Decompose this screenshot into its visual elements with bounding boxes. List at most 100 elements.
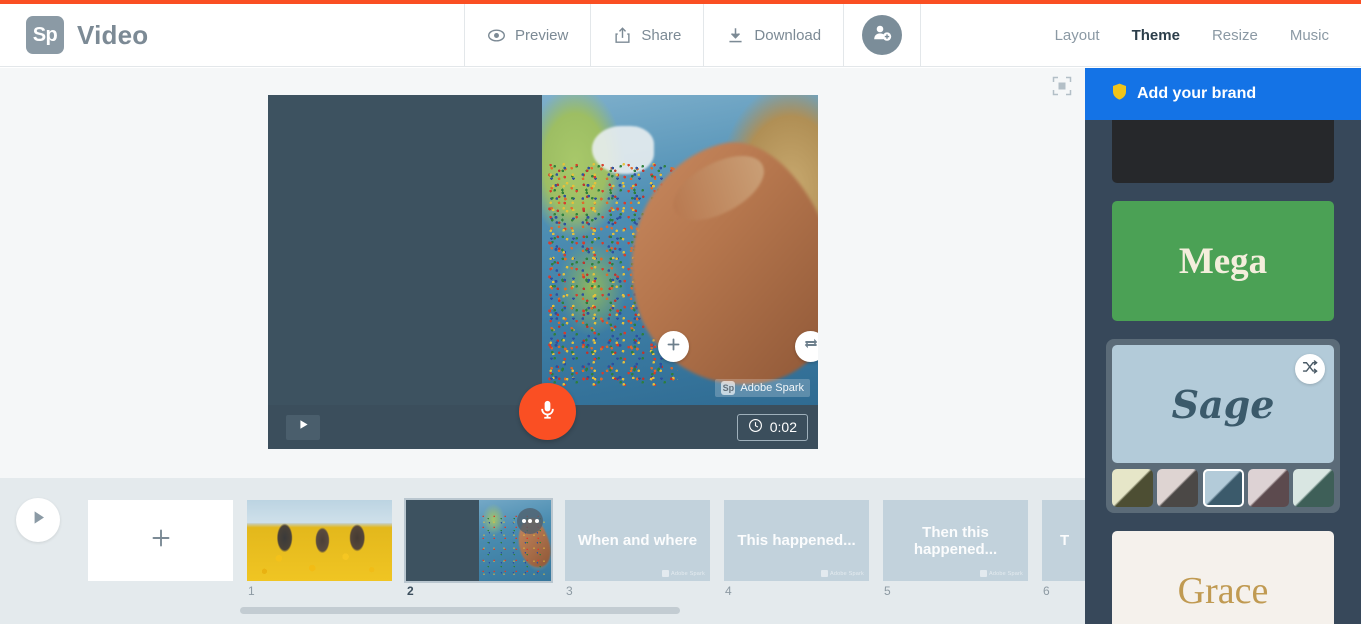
more-options-icon (528, 519, 532, 523)
download-button[interactable]: Download (703, 4, 843, 66)
watermark-text: Adobe Spark (740, 382, 804, 394)
slide-thumbnail[interactable] (247, 500, 392, 581)
slide-thumbnail[interactable]: Then this happened... Adobe Spark (883, 500, 1028, 581)
slide-thumbnail[interactable]: When and where Adobe Spark (565, 500, 710, 581)
brand-block: Sp Video (0, 4, 464, 66)
theme-preview: Grace (1112, 531, 1334, 624)
photo-figures (247, 521, 392, 564)
invite-collaborator-button[interactable] (843, 4, 922, 66)
header-nav: Layout Theme Resize Music (1055, 4, 1361, 66)
preview-button[interactable]: Preview (464, 4, 590, 66)
watermark-logo (980, 570, 987, 577)
microphone-icon (536, 398, 559, 426)
slide-thumbnail[interactable]: This happened... Adobe Spark (724, 500, 869, 581)
duration-value: 0:02 (769, 419, 797, 435)
eye-icon (487, 26, 506, 45)
slide-number: 1 (248, 584, 255, 598)
swap-layout-button[interactable] (795, 331, 818, 362)
fullscreen-button[interactable] (1049, 75, 1075, 101)
watermark-text: Adobe Spark (830, 570, 864, 577)
nav-music[interactable]: Music (1290, 27, 1329, 44)
video-left-pane (268, 95, 542, 405)
theme-swatches (1112, 469, 1334, 507)
shield-icon (1112, 83, 1127, 105)
duration-indicator[interactable]: 0:02 (736, 413, 808, 441)
share-upload-icon (613, 26, 632, 45)
add-slide-item (88, 500, 233, 581)
watermark-logo (662, 570, 669, 577)
slide-number: 4 (725, 584, 732, 598)
slide-number: 3 (566, 584, 573, 598)
play-icon (29, 508, 48, 532)
theme-preview: Mega (1112, 201, 1334, 321)
add-content-button[interactable] (658, 331, 689, 362)
slide-options-button[interactable] (517, 508, 543, 534)
theme-name: Grace (1177, 570, 1269, 612)
more-options-icon (534, 519, 539, 523)
video-preview-stage[interactable]: Sp Adobe Spark 0:02 (268, 95, 818, 449)
shuffle-icon (1302, 359, 1318, 380)
shuffle-theme-button[interactable] (1295, 354, 1325, 384)
nav-theme[interactable]: Theme (1132, 27, 1180, 44)
list-item[interactable]: When and where Adobe Spark 3 (565, 500, 710, 598)
theme-name: Mega (1178, 240, 1268, 282)
theme-card-grace[interactable]: Grace (1112, 531, 1334, 624)
watermark: Adobe Spark (980, 570, 1023, 577)
adobe-spark-video-editor: Sp Video Preview Share Download Layout T… (0, 0, 1361, 624)
swatch-option-selected[interactable] (1202, 469, 1244, 507)
slide-thumbnail[interactable] (404, 498, 553, 583)
share-button[interactable]: Share (590, 4, 703, 66)
slide-timeline: 1 2 When and where Adobe Spark 3 This ha… (0, 478, 1187, 624)
theme-name: Sage (1171, 381, 1275, 427)
avatar (862, 15, 903, 55)
plus-icon (666, 337, 681, 357)
swatch-option[interactable] (1157, 469, 1199, 507)
theme-preview: Sage (1112, 345, 1334, 463)
swatch-option[interactable] (1293, 469, 1334, 507)
add-person-icon (871, 22, 893, 49)
plus-icon (149, 526, 173, 555)
swap-arrows-icon (803, 336, 819, 357)
preview-label: Preview (515, 26, 569, 44)
download-icon (726, 26, 745, 45)
watermark: Adobe Spark (821, 570, 864, 577)
share-label: Share (641, 26, 682, 44)
app-header: Sp Video Preview Share Download Layout T… (0, 4, 1361, 67)
add-your-brand-banner[interactable]: Add your brand (1085, 68, 1361, 120)
list-item[interactable]: 2 (404, 498, 553, 598)
add-slide-button[interactable] (88, 500, 233, 581)
scrollbar-thumb[interactable] (240, 607, 680, 614)
list-item[interactable]: This happened... Adobe Spark 4 (724, 500, 869, 598)
play-icon (297, 418, 310, 436)
slide-number: 5 (884, 584, 891, 598)
slide-caption: This happened... (737, 532, 856, 549)
sunflower-photo (247, 500, 392, 581)
watermark-text: Adobe Spark (671, 570, 705, 577)
theme-card-mega[interactable]: Mega (1112, 201, 1334, 321)
theme-card-sage[interactable]: Sage (1106, 339, 1340, 513)
list-item[interactable]: Then this happened... Adobe Spark 5 (883, 500, 1028, 598)
player-controls-bar: 0:02 (268, 383, 818, 449)
swatch-option[interactable] (1247, 469, 1289, 507)
canvas-area: Sp Adobe Spark 0:02 (0, 68, 1085, 478)
swatch-option[interactable] (1112, 469, 1153, 507)
watermark-logo: Sp (721, 381, 736, 395)
play-button[interactable] (286, 414, 320, 440)
timeline-scrollbar[interactable] (240, 607, 940, 614)
slides-row: 1 2 When and where Adobe Spark 3 This ha… (88, 498, 1187, 598)
header-actions: Preview Share Download (464, 4, 922, 66)
nav-resize[interactable]: Resize (1212, 27, 1258, 44)
watermark: Adobe Spark (662, 570, 705, 577)
slide-caption: Then this happened... (913, 523, 998, 558)
banner-label: Add your brand (1137, 85, 1257, 102)
watermark-logo (821, 570, 828, 577)
watermark: Sp Adobe Spark (715, 379, 810, 397)
theme-sidebar: Add your brand Mega Sage Grace (1085, 68, 1361, 624)
nav-layout[interactable]: Layout (1055, 27, 1100, 44)
clock-icon (748, 418, 763, 436)
list-item[interactable]: 1 (247, 500, 392, 598)
timeline-play-button[interactable] (16, 498, 60, 542)
app-title: Video (77, 19, 149, 50)
record-voice-button[interactable] (519, 383, 576, 440)
more-options-icon (521, 519, 526, 523)
